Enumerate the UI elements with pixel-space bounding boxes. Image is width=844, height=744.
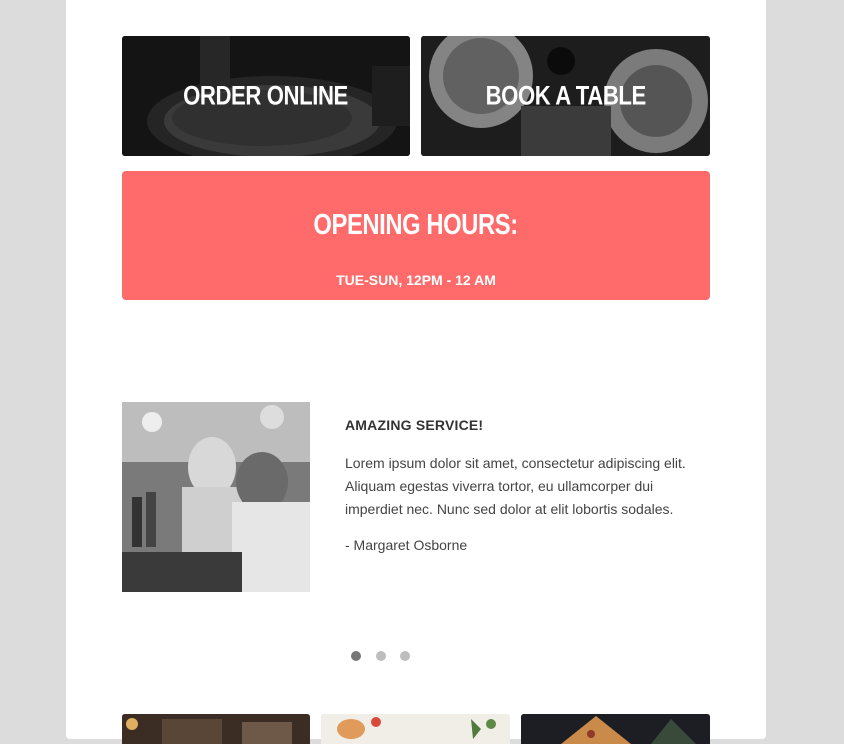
restaurant-interior-photo	[122, 714, 310, 744]
order-online-label: ORDER ONLINE	[183, 80, 349, 111]
carousel-dot-2[interactable]	[376, 651, 386, 661]
book-table-label: BOOK A TABLE	[485, 80, 646, 111]
opening-hours-title: OPENING HOURS:	[313, 209, 519, 241]
gallery-thumb-3[interactable]	[521, 714, 710, 744]
pizza-slices-photo	[521, 714, 710, 744]
gallery-thumb-2[interactable]	[321, 714, 510, 744]
testimonial-author: - Margaret Osborne	[345, 537, 468, 553]
carousel-dot-3[interactable]	[400, 651, 410, 661]
gallery-thumb-1[interactable]	[122, 714, 310, 744]
testimonial-heading: AMAZING SERVICE!	[345, 417, 484, 433]
opening-hours-banner: OPENING HOURS: TUE-SUN, 12PM - 12 AM	[122, 171, 710, 300]
fresh-ingredients-photo	[321, 714, 510, 744]
diners-photo	[122, 402, 310, 592]
carousel-dot-1[interactable]	[351, 651, 361, 661]
order-online-tile[interactable]: ORDER ONLINE	[122, 36, 410, 156]
book-table-tile[interactable]: BOOK A TABLE	[421, 36, 710, 156]
opening-hours-time: TUE-SUN, 12PM - 12 AM	[336, 272, 496, 288]
testimonial-body: Lorem ipsum dolor sit amet, consectetur …	[345, 455, 686, 517]
main-page-card: ORDER ONLINE BOOK A TABLE OPENING HOURS:…	[66, 0, 766, 744]
